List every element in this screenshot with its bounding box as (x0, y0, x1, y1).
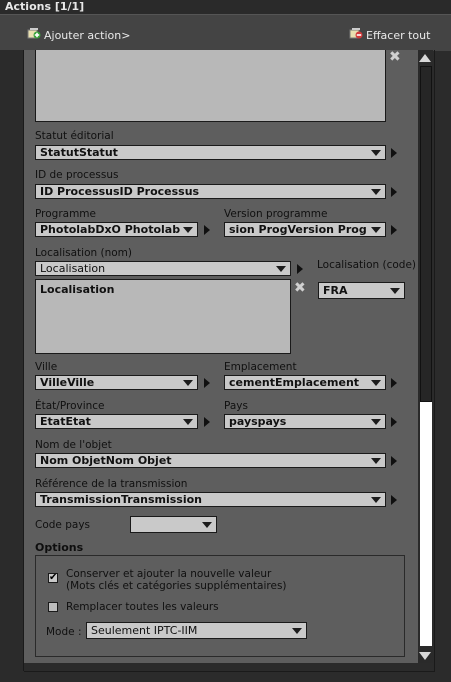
clear-all-label: Effacer tout (366, 28, 431, 42)
ville-label: Ville (35, 361, 58, 373)
scrollbar-thumb[interactable] (420, 66, 432, 402)
add-action-icon (27, 27, 41, 43)
etat-value: EtatEtat (40, 415, 91, 428)
localisation-arrow-icon[interactable] (297, 264, 303, 274)
transmission-arrow-icon[interactable] (391, 495, 397, 505)
pays-select[interactable]: payspays (224, 414, 386, 429)
code-value: FRA (323, 284, 348, 297)
panel-right-border (434, 50, 435, 672)
chevron-down-icon (183, 419, 193, 425)
objet-select[interactable]: Nom ObjetNom Objet (35, 453, 386, 468)
left-gutter (0, 50, 24, 682)
chevron-down-icon (202, 522, 212, 528)
add-action-button[interactable]: Ajouter action> (27, 27, 130, 43)
statut-label: Statut éditorial (35, 130, 114, 142)
clear-all-icon (349, 27, 363, 43)
statut-select[interactable]: StatutStatut (35, 145, 386, 160)
keep-values-checkbox[interactable]: ✔ (48, 573, 58, 583)
objet-arrow-icon[interactable] (391, 456, 397, 466)
options-heading: Options (35, 541, 84, 554)
transmission-select[interactable]: TransmissionTransmission (35, 492, 386, 507)
keep-values-label-line1: Conserver et ajouter la nouvelle valeur (66, 568, 272, 580)
emplacement-select[interactable]: cementEmplacement (224, 375, 386, 390)
programme-value: PhotolabDxO Photolab (40, 223, 181, 236)
etat-arrow-icon[interactable] (204, 417, 210, 427)
chevron-down-icon (371, 150, 381, 156)
ville-select[interactable]: VilleVille (35, 375, 198, 390)
scroll-up-icon[interactable] (419, 54, 431, 62)
processus-arrow-icon[interactable] (391, 187, 397, 197)
localisation-label: Localisation (nom) (35, 247, 132, 259)
chevron-down-icon (371, 419, 381, 425)
emplacement-arrow-icon[interactable] (391, 378, 397, 388)
chevron-down-icon (371, 380, 381, 386)
localisation-select-value: Localisation (40, 262, 106, 275)
version-label: Version programme (224, 208, 328, 220)
localisation-text: Localisation (40, 283, 115, 296)
processus-select[interactable]: ID ProcessusID Processus (35, 184, 386, 199)
panel-title: Actions [1/1] (0, 0, 451, 14)
replace-values-checkbox[interactable] (48, 602, 58, 612)
transmission-value: TransmissionTransmission (40, 493, 203, 506)
emplacement-value: cementEmplacement (229, 376, 360, 389)
objet-value: Nom ObjetNom Objet (40, 454, 172, 467)
scroll-down-icon[interactable] (419, 652, 431, 660)
chevron-down-icon (183, 227, 193, 233)
programme-arrow-icon[interactable] (204, 225, 210, 235)
programme-label: Programme (35, 208, 96, 220)
clear-localisation-icon[interactable]: ✖ (294, 281, 306, 295)
programme-select[interactable]: PhotolabDxO Photolab (35, 222, 198, 237)
version-select[interactable]: sion ProgVersion Prog (224, 222, 386, 237)
pays-arrow-icon[interactable] (391, 417, 397, 427)
version-value: sion ProgVersion Prog (229, 223, 367, 236)
clear-all-button[interactable]: Effacer tout (349, 27, 430, 43)
add-action-label: Ajouter action> (44, 28, 131, 42)
version-arrow-icon[interactable] (391, 225, 397, 235)
emplacement-label: Emplacement (224, 361, 297, 373)
mode-label: Mode : (46, 626, 82, 638)
panel-bottom-border (24, 671, 434, 672)
mode-value: Seulement IPTC-IIM (91, 624, 198, 637)
mode-select[interactable]: Seulement IPTC-IIM (86, 622, 307, 639)
ville-value: VilleVille (40, 376, 95, 389)
chevron-down-icon (371, 497, 381, 503)
code-label: Localisation (code) (317, 259, 417, 271)
processus-value: ID ProcessusID Processus (40, 185, 200, 198)
processus-label: ID de processus (35, 169, 119, 181)
keep-values-label-line2: (Mots clés et catégories supplémentaires… (66, 580, 287, 592)
chevron-down-icon (371, 227, 381, 233)
statut-value: StatutStatut (40, 146, 118, 159)
replace-values-label: Remplacer toutes les valeurs (66, 601, 219, 613)
chevron-down-icon (292, 628, 302, 634)
chevron-down-icon (390, 288, 400, 294)
ville-arrow-icon[interactable] (204, 378, 210, 388)
etat-select[interactable]: EtatEtat (35, 414, 198, 429)
clear-description-icon[interactable]: ✖ (389, 50, 401, 64)
localisation-select[interactable]: Localisation (35, 261, 291, 276)
chevron-down-icon (276, 266, 286, 272)
description-textarea[interactable] (35, 50, 386, 122)
objet-label: Nom de l'objet (35, 439, 112, 451)
pays-value: payspays (229, 415, 287, 428)
chevron-down-icon (371, 189, 381, 195)
codepays-label: Code pays (35, 519, 91, 531)
chevron-down-icon (183, 380, 193, 386)
scrollbar-track[interactable] (420, 402, 432, 646)
chevron-down-icon (371, 458, 381, 464)
statut-arrow-icon[interactable] (391, 148, 397, 158)
transmission-label: Référence de la transmission (35, 478, 188, 490)
pays-label: Pays (224, 400, 248, 412)
localisation-textarea[interactable]: Localisation (35, 279, 291, 354)
codepays-select[interactable] (130, 516, 217, 533)
etat-label: État/Province (35, 400, 105, 412)
code-select[interactable]: FRA (318, 282, 405, 299)
